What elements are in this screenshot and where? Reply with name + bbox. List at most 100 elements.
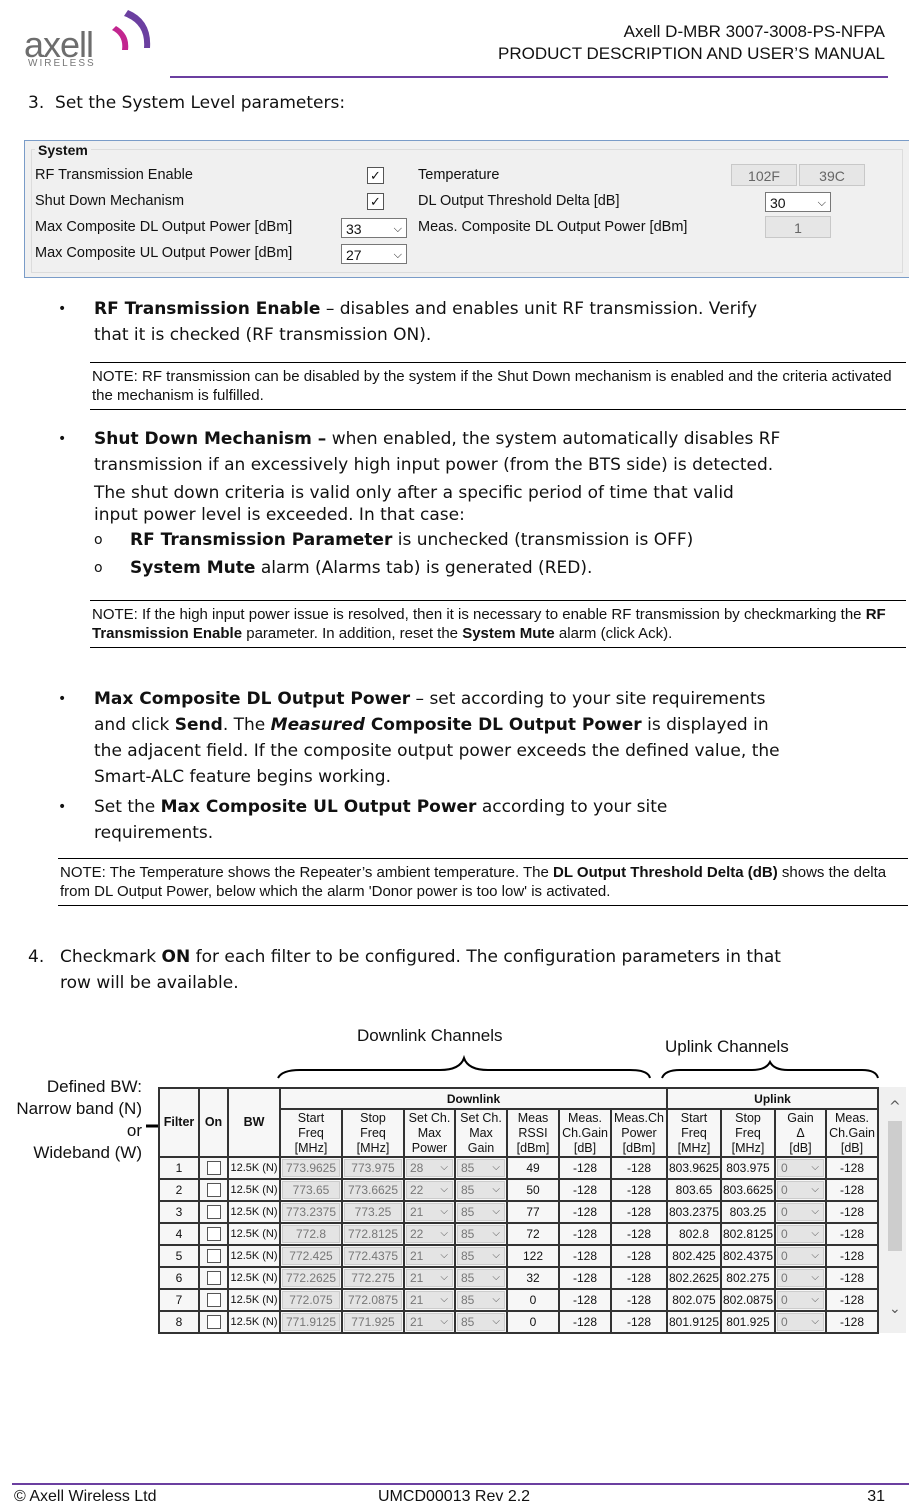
- dl-start-freq[interactable]: 772.075: [282, 1291, 340, 1309]
- dl-stop-freq[interactable]: 771.925: [344, 1313, 402, 1331]
- power-select[interactable]: 21 ⌵: [406, 1203, 453, 1221]
- cell-dl-start[interactable]: 772.075: [279, 1288, 343, 1312]
- gain-delta-select[interactable]: 0 ⌵: [777, 1225, 824, 1243]
- cell-set-gain[interactable]: 85 ⌵: [454, 1156, 508, 1180]
- cell-ul-delta[interactable]: 0 ⌵: [774, 1178, 827, 1202]
- cell-ul-delta[interactable]: 0 ⌵: [774, 1222, 827, 1246]
- power-select[interactable]: 21 ⌵: [406, 1313, 453, 1331]
- cell-dl-start[interactable]: 771.9125: [279, 1310, 343, 1334]
- dl-start-freq[interactable]: 773.9625: [282, 1159, 340, 1177]
- cell-set-gain[interactable]: 85 ⌵: [454, 1288, 508, 1312]
- cell-dl-stop[interactable]: 773.975: [341, 1156, 405, 1180]
- cell-dl-stop[interactable]: 772.0875: [341, 1288, 405, 1312]
- cell-on[interactable]: [198, 1200, 229, 1224]
- cell-dl-stop[interactable]: 771.925: [341, 1310, 405, 1334]
- gain-select[interactable]: 85 ⌵: [457, 1269, 505, 1287]
- max-dl-select[interactable]: 33 ⌵: [341, 218, 407, 238]
- cell-on[interactable]: [198, 1222, 229, 1246]
- power-select[interactable]: 22 ⌵: [406, 1181, 453, 1199]
- cell-set-power[interactable]: 28 ⌵: [403, 1156, 456, 1180]
- shutdown-checkbox[interactable]: ✓: [367, 193, 384, 210]
- dl-start-freq[interactable]: 773.2375: [282, 1203, 340, 1221]
- dl-stop-freq[interactable]: 773.25: [344, 1203, 402, 1221]
- power-select[interactable]: 21 ⌵: [406, 1291, 453, 1309]
- gain-select[interactable]: 85 ⌵: [457, 1203, 505, 1221]
- dl-stop-freq[interactable]: 773.975: [344, 1159, 402, 1177]
- rf-enable-checkbox[interactable]: ✓: [367, 167, 384, 184]
- dl-stop-freq[interactable]: 772.275: [344, 1269, 402, 1287]
- cell-on[interactable]: [198, 1266, 229, 1290]
- cell-set-gain[interactable]: 85 ⌵: [454, 1310, 508, 1334]
- dl-start-freq[interactable]: 772.425: [282, 1247, 340, 1265]
- power-select[interactable]: 22 ⌵: [406, 1225, 453, 1243]
- power-select[interactable]: 28 ⌵: [406, 1159, 453, 1177]
- cell-on[interactable]: [198, 1244, 229, 1268]
- scroll-thumb[interactable]: [888, 1121, 902, 1251]
- gain-delta-select[interactable]: 0 ⌵: [777, 1291, 824, 1309]
- dl-stop-freq[interactable]: 772.0875: [344, 1291, 402, 1309]
- cell-on[interactable]: [198, 1178, 229, 1202]
- on-checkbox[interactable]: [206, 1271, 221, 1286]
- dl-start-freq[interactable]: 772.8: [282, 1225, 340, 1243]
- cell-set-gain[interactable]: 85 ⌵: [454, 1222, 508, 1246]
- cell-set-power[interactable]: 21 ⌵: [403, 1244, 456, 1268]
- cell-on[interactable]: [198, 1156, 229, 1180]
- cell-set-gain[interactable]: 85 ⌵: [454, 1266, 508, 1290]
- cell-set-power[interactable]: 21 ⌵: [403, 1310, 456, 1334]
- gain-select[interactable]: 85 ⌵: [457, 1291, 505, 1309]
- cell-dl-start[interactable]: 773.2375: [279, 1200, 343, 1224]
- gain-select[interactable]: 85 ⌵: [457, 1247, 505, 1265]
- gain-select[interactable]: 85 ⌵: [457, 1159, 505, 1177]
- cell-dl-start[interactable]: 772.8: [279, 1222, 343, 1246]
- on-checkbox[interactable]: [206, 1293, 221, 1308]
- cell-ul-delta[interactable]: 0 ⌵: [774, 1200, 827, 1224]
- cell-ul-delta[interactable]: 0 ⌵: [774, 1266, 827, 1290]
- max-ul-select[interactable]: 27 ⌵: [341, 244, 407, 264]
- gain-delta-select[interactable]: 0 ⌵: [777, 1181, 824, 1199]
- cell-set-gain[interactable]: 85 ⌵: [454, 1200, 508, 1224]
- dl-stop-freq[interactable]: 772.8125: [344, 1225, 402, 1243]
- power-select[interactable]: 21 ⌵: [406, 1247, 453, 1265]
- dl-start-freq[interactable]: 772.2625: [282, 1269, 340, 1287]
- cell-set-power[interactable]: 22 ⌵: [403, 1222, 456, 1246]
- gain-select[interactable]: 85 ⌵: [457, 1313, 505, 1331]
- cell-set-power[interactable]: 21 ⌵: [403, 1288, 456, 1312]
- cell-dl-start[interactable]: 773.65: [279, 1178, 343, 1202]
- dl-start-freq[interactable]: 773.65: [282, 1181, 340, 1199]
- on-checkbox[interactable]: [206, 1249, 221, 1264]
- vertical-scrollbar[interactable]: ^ ⌄: [886, 1099, 904, 1325]
- cell-set-gain[interactable]: 85 ⌵: [454, 1178, 508, 1202]
- cell-dl-stop[interactable]: 773.6625: [341, 1178, 405, 1202]
- cell-dl-stop[interactable]: 772.4375: [341, 1244, 405, 1268]
- gain-delta-select[interactable]: 0 ⌵: [777, 1269, 824, 1287]
- dl-threshold-select[interactable]: 30 ⌵: [765, 192, 831, 212]
- gain-delta-select[interactable]: 0 ⌵: [777, 1313, 824, 1331]
- cell-set-gain[interactable]: 85 ⌵: [454, 1244, 508, 1268]
- cell-ul-delta[interactable]: 0 ⌵: [774, 1244, 827, 1268]
- cell-dl-start[interactable]: 772.2625: [279, 1266, 343, 1290]
- gain-select[interactable]: 85 ⌵: [457, 1181, 505, 1199]
- gain-delta-select[interactable]: 0 ⌵: [777, 1203, 824, 1221]
- cell-dl-start[interactable]: 773.9625: [279, 1156, 343, 1180]
- on-checkbox[interactable]: [206, 1227, 221, 1242]
- dl-stop-freq[interactable]: 772.4375: [344, 1247, 402, 1265]
- cell-set-power[interactable]: 21 ⌵: [403, 1266, 456, 1290]
- cell-set-power[interactable]: 22 ⌵: [403, 1178, 456, 1202]
- gain-select[interactable]: 85 ⌵: [457, 1225, 505, 1243]
- gain-delta-select[interactable]: 0 ⌵: [777, 1247, 824, 1265]
- cell-dl-stop[interactable]: 773.25: [341, 1200, 405, 1224]
- dl-start-freq[interactable]: 771.9125: [282, 1313, 340, 1331]
- on-checkbox[interactable]: [206, 1161, 221, 1176]
- cell-on[interactable]: [198, 1288, 229, 1312]
- on-checkbox[interactable]: [206, 1315, 221, 1330]
- scroll-down-icon[interactable]: ⌄: [889, 1301, 901, 1317]
- gain-delta-select[interactable]: 0 ⌵: [777, 1159, 824, 1177]
- cell-dl-stop[interactable]: 772.8125: [341, 1222, 405, 1246]
- power-select[interactable]: 21 ⌵: [406, 1269, 453, 1287]
- cell-ul-delta[interactable]: 0 ⌵: [774, 1156, 827, 1180]
- on-checkbox[interactable]: [206, 1205, 221, 1220]
- dl-stop-freq[interactable]: 773.6625: [344, 1181, 402, 1199]
- cell-dl-stop[interactable]: 772.275: [341, 1266, 405, 1290]
- cell-dl-start[interactable]: 772.425: [279, 1244, 343, 1268]
- on-checkbox[interactable]: [206, 1183, 221, 1198]
